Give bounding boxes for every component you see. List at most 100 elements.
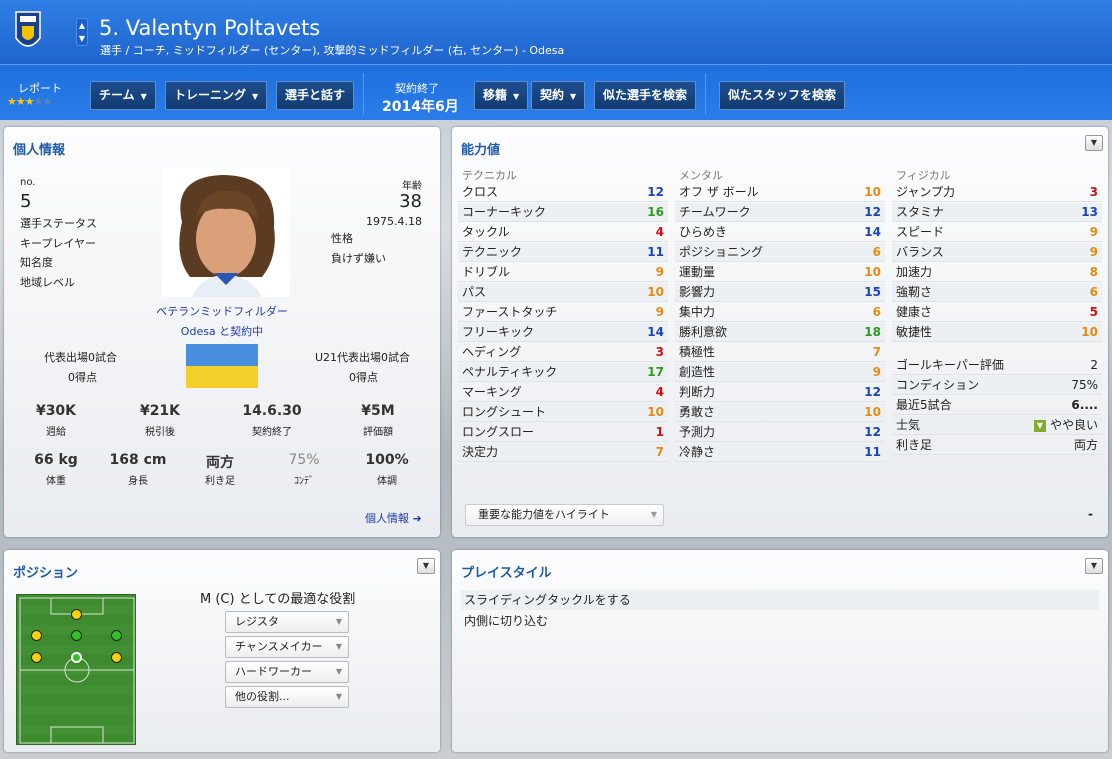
age-label: 年齢: [402, 181, 422, 192]
morale-icon: ▼: [1033, 419, 1046, 432]
position-dot-am-l: [31, 630, 42, 641]
physical-header: フィジカル: [896, 169, 951, 182]
after-tax-label: 税引後: [145, 427, 175, 438]
star-filled-icon: ★★★: [7, 95, 35, 108]
report-stars[interactable]: ★★★★★: [7, 95, 52, 108]
gk-rating-row: ゴールキーパー評価 2: [892, 356, 1102, 375]
attribute-value: 4: [655, 225, 664, 239]
attribute-value: 14: [647, 325, 664, 339]
attribute-row: ひらめき 14: [675, 223, 885, 242]
player-nav-arrows[interactable]: ▲ ▼: [76, 18, 88, 46]
attribute-name: 勝利意欲: [679, 325, 728, 339]
date-of-birth: 1975.4.18: [366, 215, 422, 228]
team-button[interactable]: チーム ▼: [90, 81, 156, 110]
attribute-name: タックル: [462, 225, 510, 239]
attribute-name: 敏捷性: [896, 325, 933, 339]
chevron-down-icon: ▼: [335, 617, 342, 626]
position-dot-am-c: [71, 609, 82, 620]
panel-title: 能力値: [461, 143, 501, 158]
height-label: 身長: [128, 476, 148, 487]
attribute-name: 健康さ: [896, 305, 933, 319]
attribute-row: チームワーク 12: [675, 203, 885, 222]
attribute-name: 集中力: [679, 305, 716, 319]
foot-label: 利き足: [205, 476, 235, 487]
attribute-row: 創造性 9: [675, 363, 885, 382]
attribute-value: 10: [647, 405, 664, 419]
panel-title: プレイスタイル: [461, 566, 552, 581]
club-status-link[interactable]: Odesa と契約中: [4, 323, 440, 339]
talk-button[interactable]: 選手と話す: [276, 81, 355, 110]
attribute-row: ロングシュート 10: [458, 403, 668, 422]
panel-menu-button[interactable]: ▼: [417, 558, 435, 574]
attribute-value: 14: [864, 225, 881, 239]
contract-button[interactable]: 契約 ▼: [531, 81, 586, 110]
foot-value: 両方: [1073, 438, 1098, 452]
last5-row: 最近5試合 6....: [892, 396, 1102, 415]
attribute-row: 勝利意欲 18: [675, 323, 885, 342]
toolbar: レポート ★★★★★ チーム ▼ トレーニング ▼ 選手と話す 契約終了 2014年…: [0, 64, 1112, 120]
training-button[interactable]: トレーニング ▼: [165, 81, 268, 110]
attribute-value: 16: [647, 205, 664, 219]
attribute-row: 決定力 7: [458, 443, 668, 462]
attribute-row: ペナルティキック 17: [458, 363, 668, 382]
panel-menu-button[interactable]: ▼: [1085, 135, 1103, 151]
chevron-down-icon: ▼: [335, 692, 342, 701]
attribute-name: 予測力: [679, 425, 716, 439]
attribute-row: 積極性 7: [675, 343, 885, 362]
attribute-row: クロス 12: [458, 183, 668, 202]
attribute-value: 9: [655, 305, 664, 319]
wage-label: 週給: [46, 427, 66, 438]
prev-player-icon[interactable]: ▲: [77, 19, 87, 32]
attribute-value: 10: [1081, 325, 1098, 339]
condition: 75%: [288, 452, 320, 468]
role-description: ベテランミッドフィルダー: [156, 305, 288, 318]
pitch-diagram: [16, 594, 136, 745]
contract-end: 14.6.30: [242, 403, 302, 419]
morale-row: 士気 ▼ やや良い: [892, 416, 1102, 435]
personality: 負けず嫌い: [331, 252, 386, 265]
highlight-attributes-dropdown[interactable]: 重要な能力値をハイライト ▼: [465, 504, 664, 526]
attribute-value: 12: [864, 385, 881, 399]
club-crest-icon: [15, 11, 41, 47]
role-button[interactable]: 他の役割... ▼: [225, 686, 349, 708]
value-label: 評価額: [363, 427, 393, 438]
attribute-name: 運動量: [679, 265, 716, 279]
report-label[interactable]: レポート: [18, 80, 62, 96]
attribute-value: 18: [864, 325, 881, 339]
reputation: 地域レベル: [20, 276, 75, 289]
attribute-name: チームワーク: [679, 205, 751, 219]
attribute-name: クロス: [462, 185, 499, 199]
attribute-value: 12: [864, 425, 881, 439]
attribute-row: ジャンプ力 3: [892, 183, 1102, 202]
attribute-value: 15: [864, 285, 881, 299]
contract-end-label: 契約終了: [252, 427, 292, 438]
role-button[interactable]: ハードワーカー ▼: [225, 661, 349, 683]
similar-players-button[interactable]: 似た選手を検索: [594, 81, 697, 110]
position-dot-am-r: [111, 630, 122, 641]
attribute-value: 5: [1089, 305, 1098, 319]
personal-info-link[interactable]: 個人情報 ➜: [365, 510, 422, 526]
attribute-name: ロングシュート: [462, 405, 547, 419]
caps-label: 代表出場0試合: [44, 351, 117, 364]
attribute-value: 13: [1081, 205, 1098, 219]
height: 168 cm: [109, 452, 167, 468]
best-role-label: M (C) としての最適な役割: [200, 592, 356, 607]
position-panel: ポジション ▼ M (C) としての最適な役割 レジスタ ▼ チャンスメイカー ▼ ハー…: [4, 550, 440, 752]
similar-staff-button[interactable]: 似たスタッフを検索: [719, 81, 846, 110]
player-name: 5. Valentyn Poltavets: [99, 16, 321, 40]
attribute-name: フリーキック: [462, 325, 535, 339]
role-button[interactable]: チャンスメイカー ▼: [225, 636, 349, 658]
attribute-row: タックル 4: [458, 223, 668, 242]
attribute-name: マーキング: [462, 385, 522, 399]
attribute-name: 影響力: [679, 285, 716, 299]
divider: [705, 73, 706, 115]
foot-row: 利き足 両方: [892, 436, 1102, 455]
role-button[interactable]: レジスタ ▼: [225, 611, 349, 633]
squad-number: 5: [20, 191, 32, 212]
position-dot-m-c: [71, 652, 82, 663]
transfer-button[interactable]: 移籍 ▼: [474, 81, 529, 110]
panel-menu-button[interactable]: ▼: [1085, 558, 1103, 574]
attribute-value: 9: [872, 365, 881, 379]
attribute-name: 判断力: [679, 385, 716, 399]
next-player-icon[interactable]: ▼: [77, 32, 87, 45]
